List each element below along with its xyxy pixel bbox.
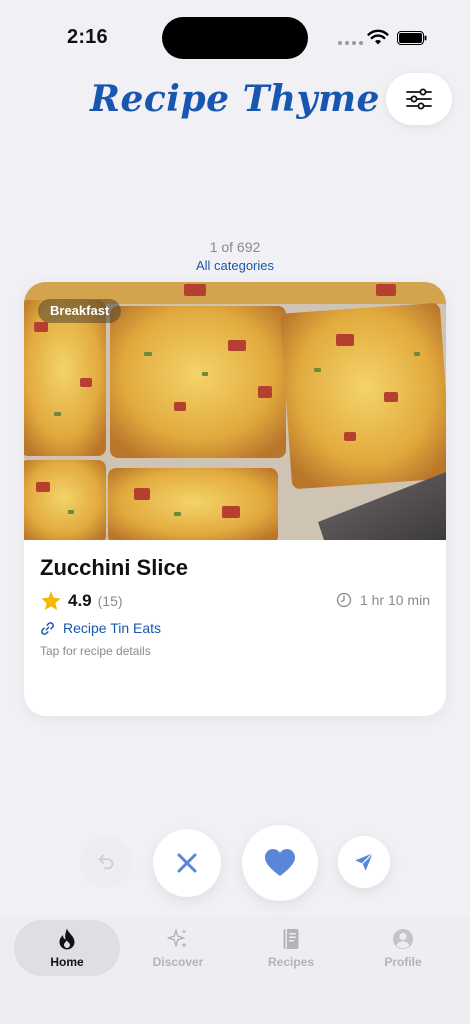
status-time: 2:16: [67, 26, 108, 48]
share-button[interactable]: [338, 836, 390, 888]
sparkles-icon: [167, 928, 187, 948]
details-hint: Tap for recipe details: [40, 644, 151, 658]
recipe-title: Zucchini Slice: [40, 555, 188, 580]
tab-recipes[interactable]: Recipes: [238, 920, 344, 976]
status-bar: 2:16: [0, 0, 470, 60]
tab-label: Profile: [384, 954, 422, 969]
like-button[interactable]: [242, 825, 318, 901]
battery-icon: [397, 31, 427, 45]
x-icon: [177, 853, 197, 873]
wifi-icon: [367, 29, 389, 45]
tab-label: Discover: [152, 954, 204, 969]
star-icon: [41, 591, 61, 610]
tab-label: Recipes: [267, 954, 315, 969]
tab-label: Home: [50, 954, 84, 969]
filter-button[interactable]: [386, 73, 452, 125]
link-icon: [41, 621, 54, 635]
clock-icon: [336, 592, 352, 608]
recipe-card[interactable]: Breakfast Zucchini Slice 4.9 (15) 1 hr 1…: [24, 282, 446, 716]
tab-bar: Home Discover Recipes Profile: [0, 916, 470, 1024]
pass-button[interactable]: [153, 829, 221, 897]
tab-profile[interactable]: Profile: [350, 920, 456, 976]
send-icon: [355, 852, 374, 871]
category-filter-link[interactable]: All categories: [0, 258, 470, 273]
rating-count: (15): [97, 593, 123, 609]
category-tag: Breakfast: [38, 299, 122, 323]
sliders-icon: [406, 88, 432, 110]
recipe-counter: 1 of 692: [209, 239, 261, 255]
book-icon: [283, 928, 299, 949]
source-name[interactable]: Recipe Tin Eats: [63, 620, 161, 636]
cook-time: 1 hr 10 min: [336, 592, 430, 608]
person-icon: [393, 928, 413, 949]
rating-value: 4.9: [68, 591, 92, 610]
flame-icon: [59, 928, 75, 949]
rating: 4.9 (15): [40, 590, 123, 612]
undo-button[interactable]: [80, 836, 132, 888]
heart-icon: [265, 849, 295, 876]
recipe-source-link[interactable]: Recipe Tin Eats: [40, 620, 161, 636]
undo-icon: [98, 854, 114, 870]
tab-home[interactable]: Home: [14, 920, 120, 976]
signal-icon: [338, 41, 363, 45]
dynamic-island: [162, 17, 308, 59]
cook-time-value: 1 hr 10 min: [359, 592, 430, 608]
tab-discover[interactable]: Discover: [125, 920, 231, 976]
